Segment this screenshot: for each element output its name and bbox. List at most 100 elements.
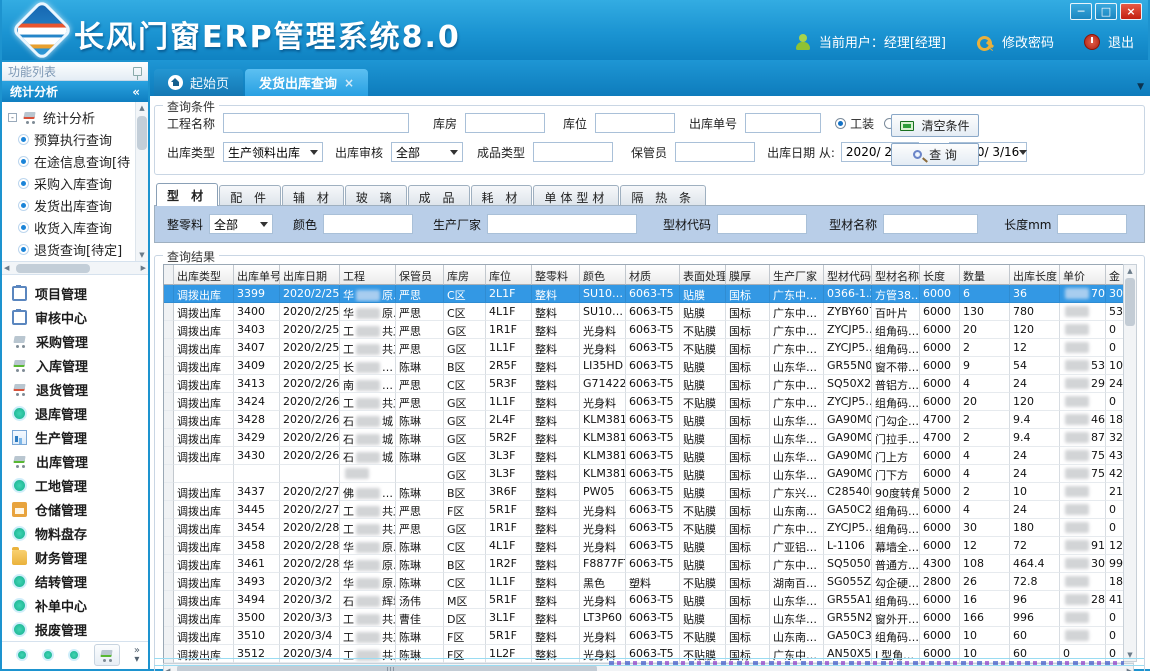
cell[interactable]: 20 [960,321,1010,339]
cell[interactable]: 2020/3/4 [280,627,340,645]
column-header[interactable]: 型材代码 [824,265,872,285]
cell[interactable]: 门下方 [872,465,920,483]
cell[interactable]: 调拨出库 [174,501,234,519]
cell[interactable]: 塑料 [626,573,680,591]
cell[interactable]: 广东中… [770,393,824,411]
blurred-cell[interactable]: 708 [1060,285,1106,303]
blurred-cell[interactable]: 石城 [340,429,396,447]
cell[interactable]: 3510 [234,627,280,645]
row-header[interactable] [164,465,174,483]
cell[interactable]: 180 [1010,519,1060,537]
more-modules-button[interactable] [94,644,120,666]
cell[interactable]: 调拨出库 [174,393,234,411]
cell[interactable]: 光身料 [580,537,626,555]
cell[interactable]: 1R2F [486,555,532,573]
table-row[interactable]: 调拨出库34292020/2/26石城陈琳G区5R2F整料KLM38176063… [164,429,1133,447]
cell[interactable]: 调拨出库 [174,285,234,303]
column-header[interactable]: 库房 [444,265,486,285]
cell[interactable]: 调拨出库 [174,303,234,321]
cell[interactable]: 不贴膜 [680,519,726,537]
cell[interactable]: 6063-T5 [626,285,680,303]
cell[interactable]: 24 [1010,501,1060,519]
cell[interactable]: 整料 [532,591,580,609]
blurred-cell[interactable]: 工共工程 [340,519,396,537]
blurred-cell[interactable]: 537 [1060,357,1106,375]
cell[interactable]: 整料 [532,411,580,429]
cell[interactable]: 整料 [532,321,580,339]
cell[interactable]: 2020/3/3 [280,609,340,627]
cell[interactable]: 山东华… [770,447,824,465]
row-header[interactable] [164,321,174,339]
cell[interactable]: 光身料 [580,339,626,357]
cell[interactable]: KLM3817 [580,411,626,429]
column-header[interactable]: 单价 [1060,265,1106,285]
cell[interactable]: 国标 [726,519,770,537]
cell[interactable]: 2020/2/27 [280,501,340,519]
blurred-cell[interactable] [340,465,396,483]
cell[interactable]: 国标 [726,447,770,465]
cell[interactable]: 调拨出库 [174,573,234,591]
cell[interactable]: GA90M07… [824,429,872,447]
cell[interactable]: ZYCJP5… [824,321,872,339]
cell[interactable]: 5R3F [486,375,532,393]
cell[interactable]: C区 [444,573,486,591]
blurred-cell[interactable]: 工共工程 [340,627,396,645]
cell[interactable]: 严思 [396,519,444,537]
blurred-cell[interactable]: 长… [340,357,396,375]
cell[interactable]: G区 [444,465,486,483]
cell[interactable]: GR55A11 [824,591,872,609]
table-row[interactable]: 调拨出库34242020/2/26工共工程严思G区1L1F整料光身料6063-T… [164,393,1133,411]
cell[interactable]: C区 [444,537,486,555]
cell[interactable]: 3493 [234,573,280,591]
material-tab-8[interactable]: 隔 热 条 [620,185,706,206]
cell[interactable]: 6063-T5 [626,555,680,573]
cell[interactable]: B区 [444,555,486,573]
cell[interactable]: 5R1F [486,591,532,609]
cell[interactable]: 2020/2/26 [280,429,340,447]
sidebar-module-1[interactable]: 项目管理 [12,281,148,305]
cell[interactable]: 54 [1010,357,1060,375]
cell[interactable]: GA90M09… [824,465,872,483]
cell[interactable]: 光身料 [580,591,626,609]
tree-item[interactable]: 采购入库查询 [18,172,128,194]
cell[interactable]: 3L3F [486,447,532,465]
cell[interactable]: 整料 [532,609,580,627]
table-row[interactable]: 调拨出库34032020/2/25工共工程严思G区1R1F整料光身料6063-T… [164,321,1133,339]
tree-item[interactable]: 退货查询[待定] [18,238,128,260]
cell[interactable]: 窗外开… [872,609,920,627]
cell[interactable]: G区 [444,519,486,537]
cell[interactable]: 5R1F [486,501,532,519]
cell[interactable]: 5000 [920,483,960,501]
location-input[interactable] [595,113,675,133]
tree-item[interactable]: 在途信息查询[待 [18,150,128,172]
cell[interactable]: 6000 [920,393,960,411]
table-row[interactable]: 调拨出库34132020/2/26南…严思C区5R3F整料G714226063-… [164,375,1133,393]
column-header[interactable]: 保管员 [396,265,444,285]
cell[interactable]: 国标 [726,321,770,339]
cell[interactable]: 组角码… [872,321,920,339]
cell[interactable]: ZYCJP5… [824,519,872,537]
product-type-input[interactable] [533,142,613,162]
cell[interactable]: 广亚铝… [770,537,824,555]
cell[interactable]: 百叶片 [872,303,920,321]
cell[interactable]: 2 [960,339,1010,357]
row-header[interactable] [164,573,174,591]
sidebar-module-4[interactable]: 入库管理 [12,353,148,377]
cell[interactable]: G区 [444,411,486,429]
cell[interactable]: 3L1F [486,609,532,627]
cell[interactable]: 26 [960,573,1010,591]
cell[interactable]: 窗不带… [872,357,920,375]
cell[interactable]: 12 [960,537,1010,555]
cell[interactable]: 组角码… [872,339,920,357]
cell[interactable]: 2020/2/27 [280,483,340,501]
tree-root[interactable]: - 统计分析 [8,106,128,128]
cell[interactable]: ZYCJP5… [824,339,872,357]
cell[interactable]: 严思 [396,393,444,411]
cell[interactable]: 严思 [396,501,444,519]
cell[interactable]: 不贴膜 [680,339,726,357]
cell[interactable]: 调拨出库 [174,447,234,465]
cell[interactable]: 普通方… [872,555,920,573]
cell[interactable]: 166 [960,609,1010,627]
cell[interactable]: 国标 [726,627,770,645]
table-row[interactable]: 调拨出库34282020/2/26石城陈琳G区2L4F整料KLM38176063… [164,411,1133,429]
